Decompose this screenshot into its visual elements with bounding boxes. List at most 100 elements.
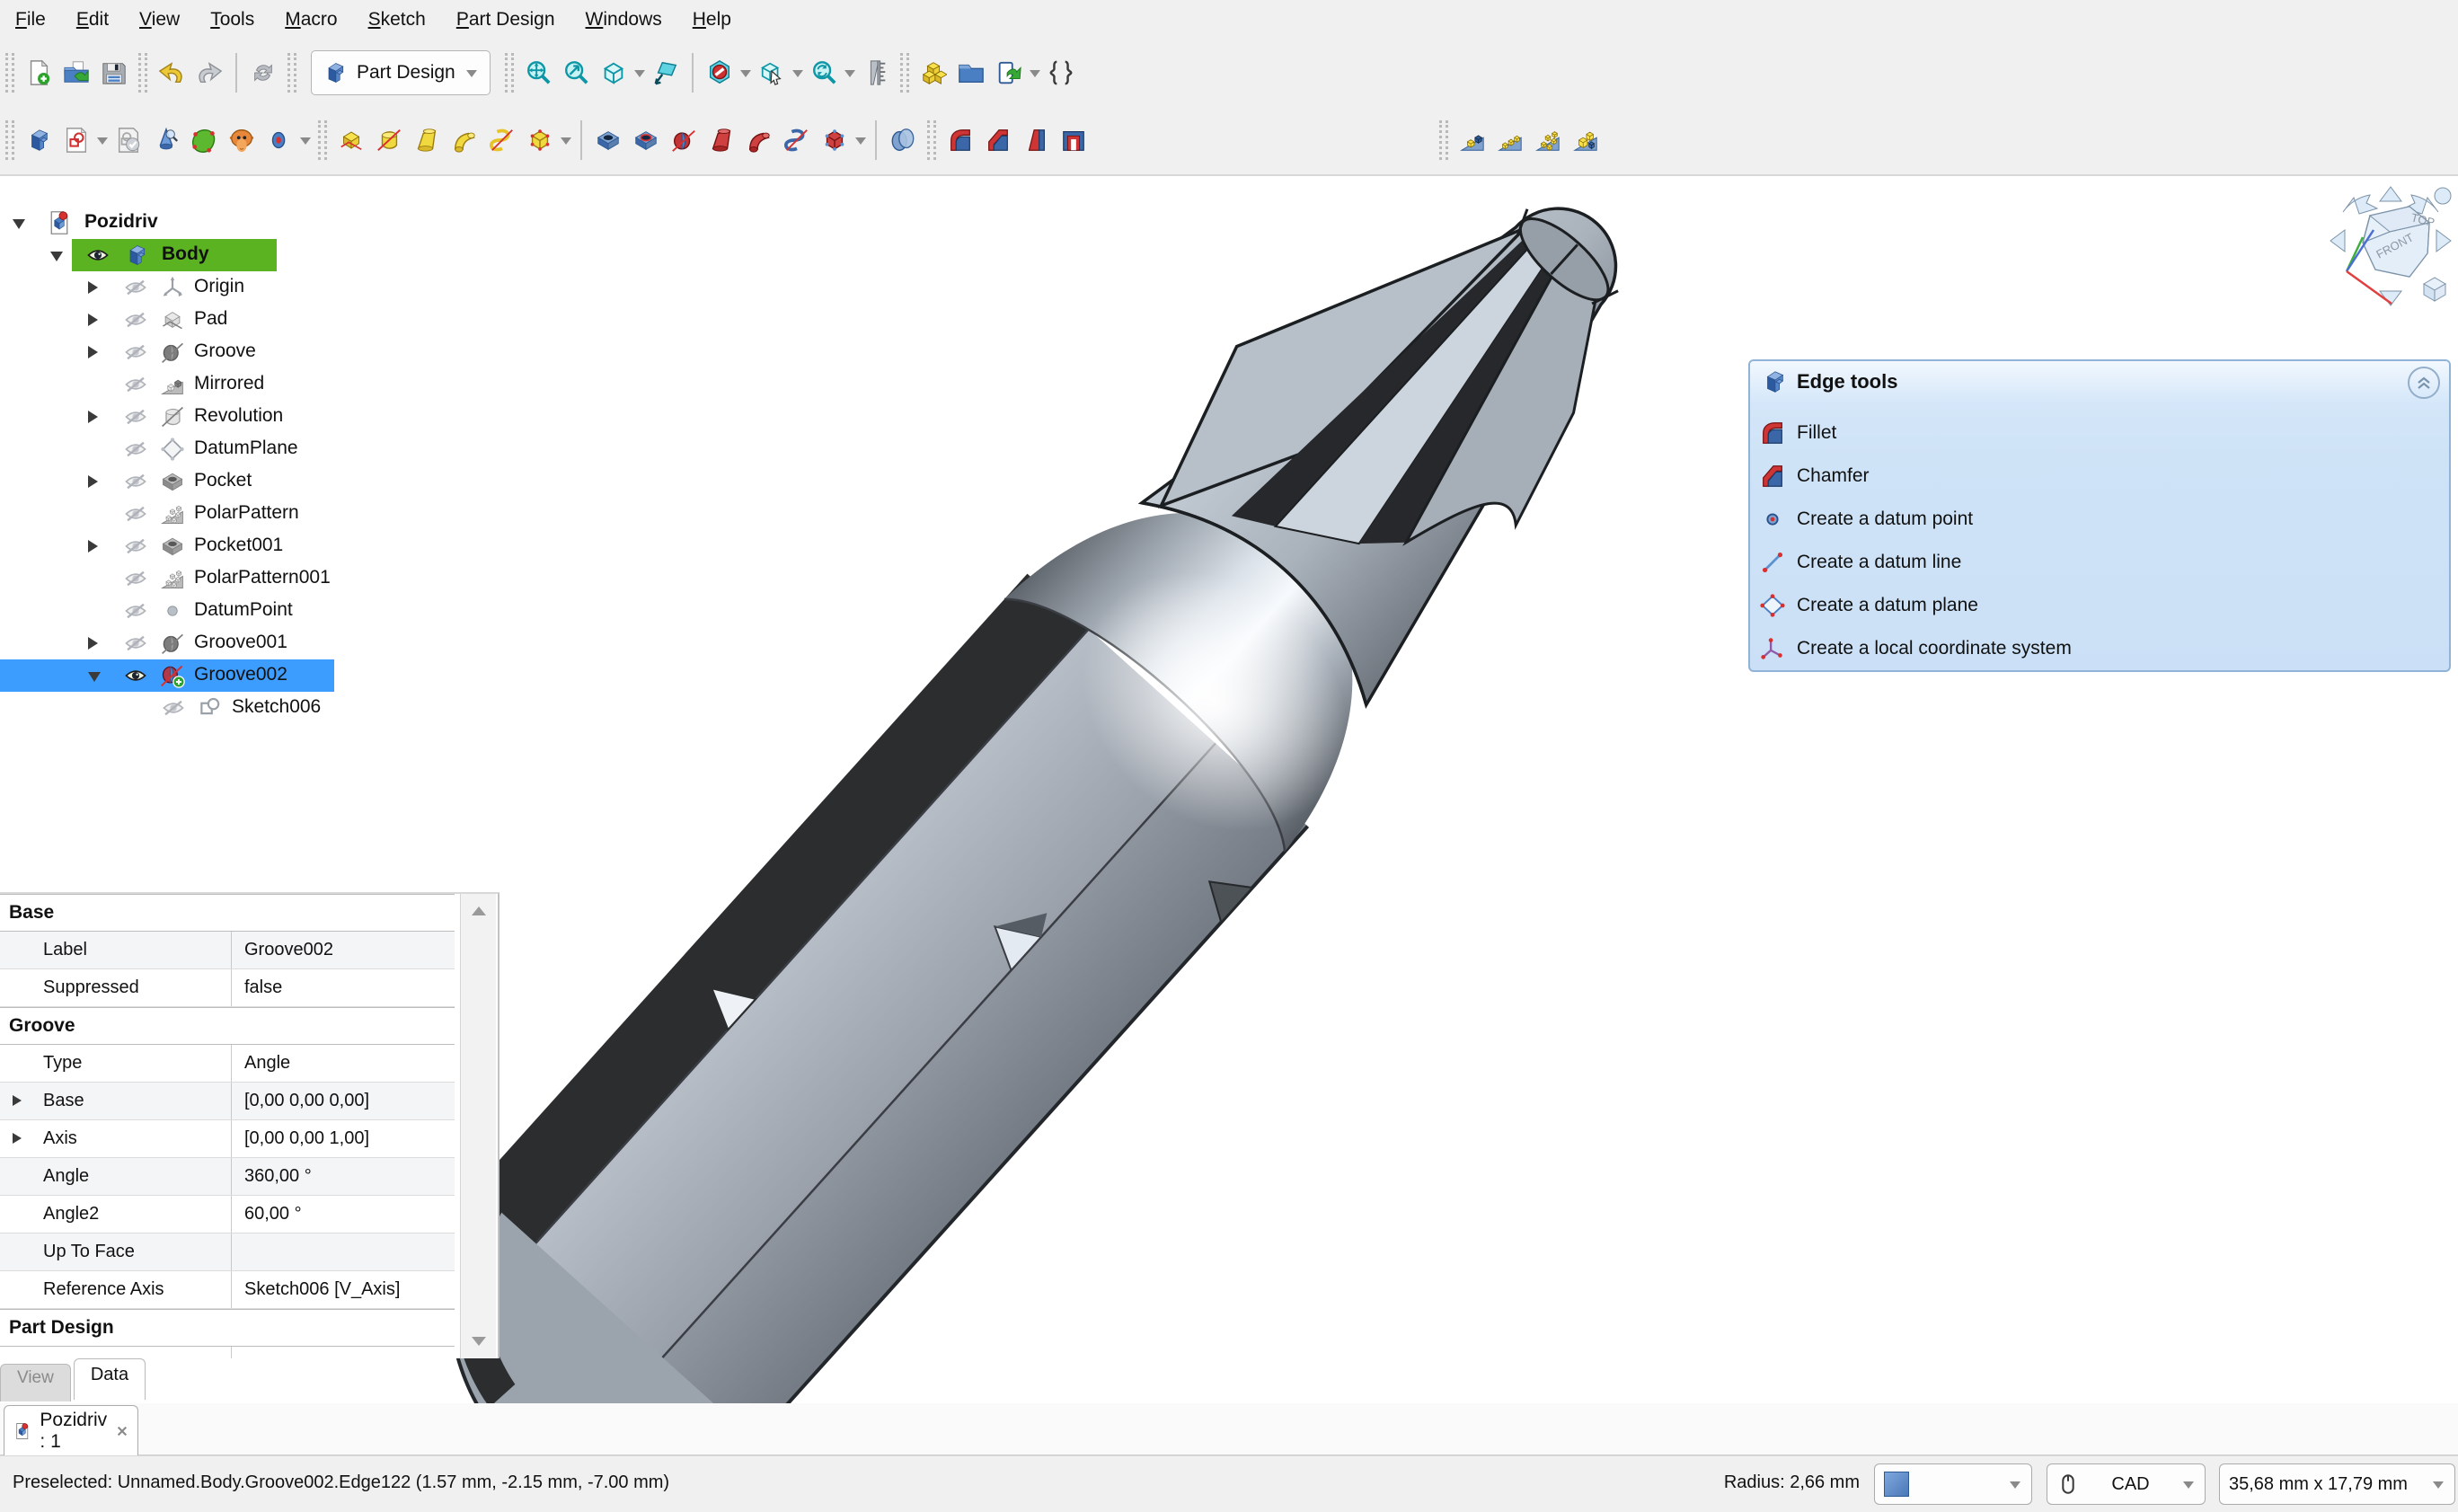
- draw-style-button[interactable]: [805, 49, 843, 97]
- create-body-button[interactable]: [20, 116, 57, 164]
- workbench-selector[interactable]: Part Design: [311, 50, 491, 95]
- fit-selection-button[interactable]: [557, 49, 595, 97]
- menu-help[interactable]: Help: [677, 0, 747, 40]
- save-button[interactable]: [95, 49, 133, 97]
- group-button[interactable]: [952, 49, 990, 97]
- tab-view[interactable]: View: [0, 1364, 71, 1401]
- expander-icon[interactable]: [50, 252, 63, 261]
- clipping-plane-button[interactable]: [701, 49, 738, 97]
- menu-edit[interactable]: Edit: [61, 0, 124, 40]
- groove-button[interactable]: [665, 116, 703, 164]
- chevron-down-icon[interactable]: [853, 116, 868, 164]
- subtractive-loft-button[interactable]: [703, 116, 740, 164]
- property-group-partdesign[interactable]: Part Design: [0, 1309, 455, 1347]
- chevron-down-icon[interactable]: [298, 116, 313, 164]
- tree-item-groove002[interactable]: Groove002: [0, 659, 503, 692]
- create-sketch-button[interactable]: [57, 116, 95, 164]
- toolbar-grip[interactable]: [138, 53, 147, 93]
- additive-primitive-button[interactable]: [521, 116, 559, 164]
- chevron-down-icon[interactable]: [632, 49, 647, 97]
- expander-icon[interactable]: [88, 672, 101, 682]
- style-selector[interactable]: [1874, 1463, 2032, 1505]
- linear-pattern-button[interactable]: [1491, 116, 1529, 164]
- create-datum-line-item[interactable]: Create a datum line: [1759, 543, 2388, 582]
- menu-file[interactable]: File: [0, 0, 61, 40]
- align-view-button[interactable]: [647, 49, 685, 97]
- subtractive-helix-button[interactable]: [778, 116, 816, 164]
- fillet-button[interactable]: [942, 116, 979, 164]
- toolbar-grip[interactable]: [505, 53, 514, 93]
- toolbar-grip[interactable]: [927, 120, 936, 160]
- tree-item-revolution[interactable]: Revolution: [0, 401, 503, 433]
- tree-item-pocket001[interactable]: Pocket001: [0, 530, 503, 562]
- rotate-left-arrow[interactable]: [2343, 195, 2377, 214]
- hole-button[interactable]: [627, 116, 665, 164]
- refresh-button[interactable]: [244, 49, 282, 97]
- tree-item-origin[interactable]: Origin: [0, 271, 503, 304]
- undo-button[interactable]: [153, 49, 190, 97]
- revolution-button[interactable]: [370, 116, 408, 164]
- new-document-button[interactable]: [20, 49, 57, 97]
- toolbar-grip[interactable]: [287, 53, 296, 93]
- property-value[interactable]: [0,00 0,00 1,00]: [232, 1120, 455, 1157]
- pocket-button[interactable]: [589, 116, 627, 164]
- tree-item-groove[interactable]: Groove: [0, 336, 503, 368]
- navigation-cube[interactable]: TOP FRONT: [2323, 183, 2458, 318]
- tree-item-sketch006[interactable]: Sketch006: [0, 692, 503, 724]
- chevron-down-icon[interactable]: [791, 49, 805, 97]
- property-value[interactable]: false: [232, 969, 455, 1006]
- chamfer-tool-item[interactable]: Chamfer: [1759, 456, 2388, 496]
- menu-sketch[interactable]: Sketch: [353, 0, 441, 40]
- additive-helix-button[interactable]: [483, 116, 521, 164]
- scroll-down-icon[interactable]: [472, 1337, 486, 1346]
- property-group-base[interactable]: Base: [0, 894, 455, 932]
- chevron-down-icon[interactable]: [738, 49, 753, 97]
- chevron-down-icon[interactable]: [843, 49, 857, 97]
- redo-button[interactable]: [190, 49, 228, 97]
- property-value[interactable]: 360,00 °: [232, 1158, 455, 1195]
- menu-part-design[interactable]: Part Design: [441, 0, 570, 40]
- nav-arrow-left[interactable]: [2330, 230, 2345, 252]
- axonometric-view-button[interactable]: [595, 49, 632, 97]
- expression-editor-button[interactable]: [1042, 49, 1080, 97]
- box-selection-button[interactable]: [753, 49, 791, 97]
- additive-loft-button[interactable]: [408, 116, 446, 164]
- toolbar-grip[interactable]: [318, 120, 327, 160]
- tree-item-mirrored[interactable]: Mirrored: [0, 368, 503, 401]
- map-sketch-button[interactable]: [147, 116, 185, 164]
- tree-item-polarpattern[interactable]: PolarPattern: [0, 498, 503, 530]
- nav-circle-button[interactable]: [2435, 188, 2451, 204]
- toolbar-grip[interactable]: [5, 53, 14, 93]
- tree-item-pad[interactable]: Pad: [0, 304, 503, 336]
- subtractive-pipe-button[interactable]: [740, 116, 778, 164]
- subtractive-primitive-button[interactable]: [816, 116, 853, 164]
- clone-button[interactable]: [223, 116, 261, 164]
- tree-item-datumpoint[interactable]: DatumPoint: [0, 595, 503, 627]
- view-dimensions-selector[interactable]: 35,68 mm x 17,79 mm: [2219, 1463, 2455, 1505]
- polar-pattern-button[interactable]: [1529, 116, 1567, 164]
- menu-windows[interactable]: Windows: [570, 0, 677, 40]
- document-tab-pozidriv[interactable]: Pozidriv : 1: [4, 1405, 138, 1455]
- property-value[interactable]: Groove002: [232, 932, 455, 968]
- make-link-button[interactable]: [990, 49, 1028, 97]
- mirrored-button[interactable]: [1454, 116, 1491, 164]
- menu-view[interactable]: View: [124, 0, 195, 40]
- expander-icon[interactable]: [88, 281, 98, 294]
- create-datum-plane-item[interactable]: Create a datum plane: [1759, 586, 2388, 625]
- property-value[interactable]: [0,00 0,00 0,00]: [232, 1083, 455, 1119]
- measure-button[interactable]: [857, 49, 895, 97]
- additive-pipe-button[interactable]: [446, 116, 483, 164]
- part-library-button[interactable]: [915, 49, 952, 97]
- boolean-button[interactable]: [884, 116, 922, 164]
- tree-item-pozidriv[interactable]: Pozidriv: [0, 207, 503, 239]
- tab-data[interactable]: Data: [74, 1358, 146, 1400]
- chevron-down-icon[interactable]: [1028, 49, 1042, 97]
- property-group-groove[interactable]: Groove: [0, 1007, 455, 1045]
- expander-icon[interactable]: [88, 346, 98, 358]
- menu-tools[interactable]: Tools: [195, 0, 270, 40]
- scroll-up-icon[interactable]: [472, 906, 486, 915]
- thickness-button[interactable]: [1055, 116, 1092, 164]
- draft-button[interactable]: [1017, 116, 1055, 164]
- menu-macro[interactable]: Macro: [270, 0, 352, 40]
- nav-arrow-up[interactable]: [2380, 187, 2401, 201]
